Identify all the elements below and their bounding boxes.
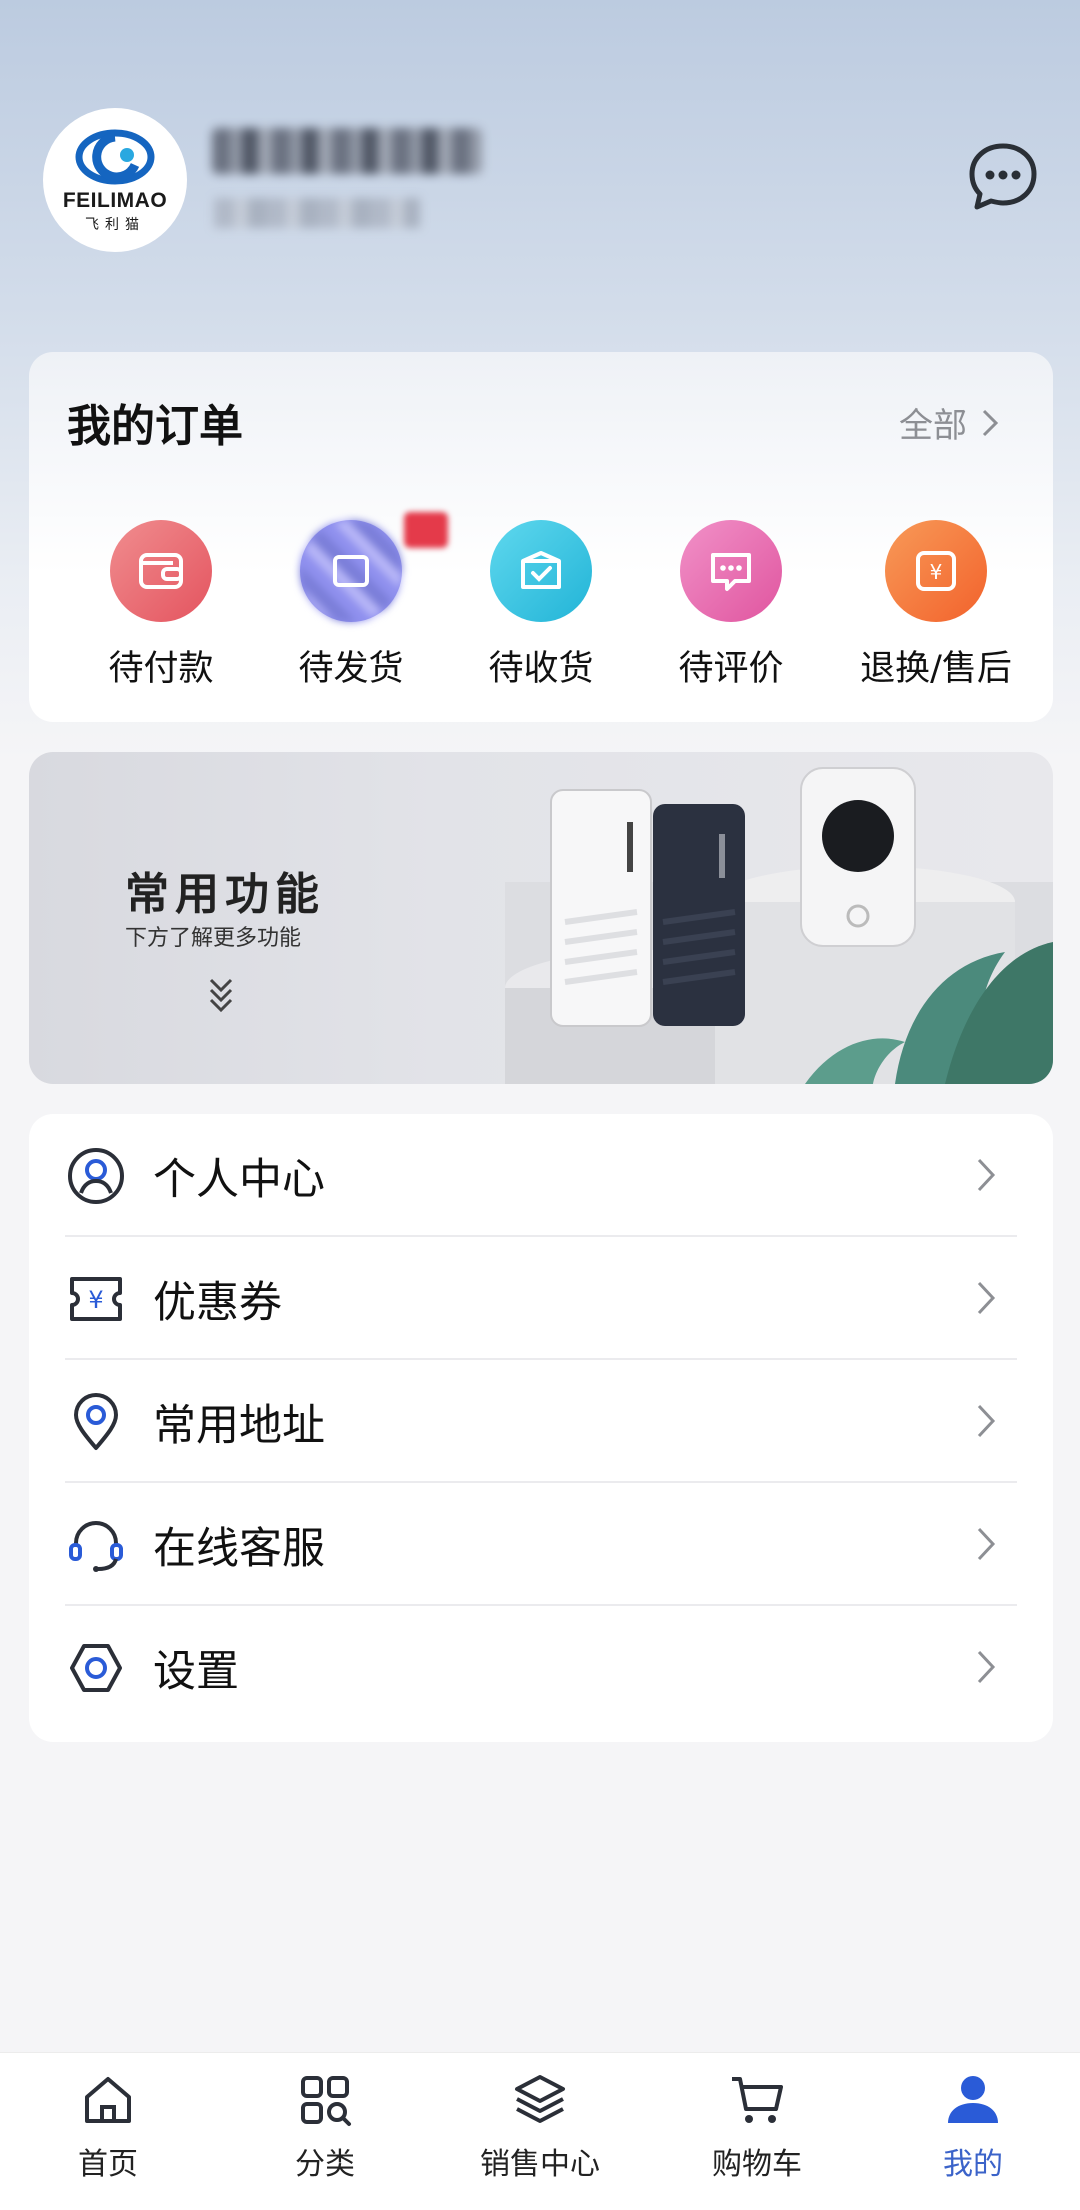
- menu-label: 常用地址: [153, 1400, 325, 1451]
- user-name-redacted: [212, 128, 482, 174]
- orders-card: 我的订单 全部 待付款 待发货 待收货 待评价 ¥ 退换/售后: [29, 352, 1053, 722]
- order-after-sales[interactable]: ¥ 退换/售后: [826, 520, 1046, 691]
- chevron-right-icon: [977, 1281, 996, 1315]
- home-icon: [85, 2077, 131, 2123]
- wallet-icon: [139, 553, 183, 589]
- chevron-right-icon: [977, 1527, 996, 1561]
- tab-label: 我的: [943, 2147, 1003, 2182]
- category-grid-icon: [301, 2076, 351, 2126]
- order-label: 退换/售后: [860, 649, 1012, 689]
- order-pending-receipt[interactable]: 待收货: [446, 520, 636, 691]
- tab-category[interactable]: 分类: [245, 2071, 405, 2183]
- chevron-right-icon: [977, 1158, 996, 1192]
- tab-home[interactable]: 首页: [28, 2071, 188, 2183]
- settings-hex-icon: [70, 1643, 122, 1692]
- banner-title: 常用功能: [125, 869, 325, 920]
- order-icon-bg: ¥: [885, 520, 987, 622]
- svg-text:¥: ¥: [88, 1286, 103, 1314]
- orders-all-link[interactable]: 全部: [899, 398, 999, 447]
- chevron-right-icon: [982, 409, 999, 436]
- user-id-redacted: [214, 198, 420, 228]
- location-pin-icon: [74, 1392, 118, 1450]
- orders-all-label: 全部: [899, 406, 967, 446]
- brand-logo-icon: [75, 129, 155, 184]
- layers-icon: [515, 2075, 565, 2123]
- logo-subtext: 飞利猫: [85, 216, 145, 233]
- menu-item-customer-service[interactable]: 在线客服: [65, 1483, 1017, 1606]
- avatar[interactable]: FEILIMAO 飞利猫: [43, 108, 187, 252]
- product-illustration: [505, 767, 1053, 1084]
- chevron-right-icon: [977, 1650, 996, 1684]
- features-banner[interactable]: 常用功能 下方了解更多功能: [29, 752, 1053, 1084]
- comment-icon: [711, 553, 751, 591]
- order-pending-review[interactable]: 待评价: [636, 520, 826, 691]
- refund-icon: ¥: [916, 551, 956, 591]
- person-icon: [948, 2076, 998, 2123]
- double-chevron-down-icon: [209, 978, 233, 1013]
- order-pending-shipment[interactable]: 待发货: [256, 512, 448, 691]
- order-icon-bg: [680, 520, 782, 622]
- order-label: 待付款: [108, 649, 214, 689]
- box-check-icon: [521, 551, 561, 589]
- menu-label: 个人中心: [153, 1154, 325, 1205]
- tab-cart[interactable]: 购物车: [677, 2071, 837, 2183]
- menu-item-coupons[interactable]: ¥ 优惠券: [65, 1237, 1017, 1360]
- tab-sales-center[interactable]: 销售中心: [460, 2071, 620, 2183]
- order-label: 待发货: [298, 649, 404, 689]
- orders-title: 我的订单: [67, 401, 243, 452]
- menu-item-settings[interactable]: 设置: [65, 1606, 1017, 1729]
- menu-label: 在线客服: [153, 1523, 325, 1574]
- chevron-right-icon: [977, 1404, 996, 1438]
- headset-icon: [69, 1520, 123, 1572]
- menu-item-profile[interactable]: 个人中心: [65, 1114, 1017, 1237]
- order-icon-bg: [110, 520, 212, 622]
- order-pending-payment[interactable]: 待付款: [66, 520, 256, 691]
- tab-label: 分类: [295, 2147, 355, 2182]
- user-circle-icon: [68, 1147, 124, 1204]
- tab-label: 首页: [78, 2147, 138, 2182]
- menu-list: 个人中心 ¥ 优惠券 常用地址 在线客服 设置: [29, 1114, 1053, 1742]
- cart-icon: [732, 2077, 783, 2123]
- tab-mine[interactable]: 我的: [893, 2071, 1053, 2183]
- bottom-tab-bar: 首页 分类 销售中心 购物车 我的: [0, 2052, 1080, 2210]
- box-send-icon: [333, 555, 369, 587]
- menu-label: 设置: [153, 1646, 239, 1697]
- order-label: 待评价: [678, 649, 784, 689]
- logo-text: FEILIMAO: [62, 188, 168, 212]
- menu-label: 优惠券: [153, 1277, 282, 1328]
- notification-badge: [404, 512, 448, 548]
- message-button[interactable]: [966, 140, 1040, 214]
- order-icon-bg: [490, 520, 592, 622]
- tab-label: 销售中心: [480, 2147, 600, 2182]
- banner-subtitle: 下方了解更多功能: [125, 926, 302, 951]
- svg-text:¥: ¥: [930, 560, 943, 584]
- order-icon-bg: [300, 512, 448, 622]
- coupon-icon: ¥: [70, 1276, 122, 1321]
- order-label: 待收货: [488, 649, 594, 689]
- menu-item-addresses[interactable]: 常用地址: [65, 1360, 1017, 1483]
- chat-bubble-icon: [969, 143, 1037, 210]
- tab-label: 购物车: [712, 2147, 802, 2182]
